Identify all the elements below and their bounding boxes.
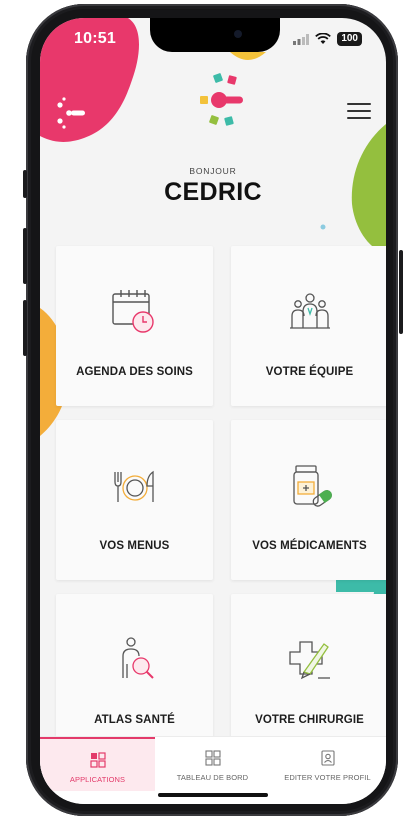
hamburger-menu-icon[interactable] bbox=[344, 98, 374, 126]
bottom-tab-bar: APPLICATIONS TABLEAU DE BORD EDITER VOTR… bbox=[40, 736, 386, 804]
tab-editer-votre-profil[interactable]: EDITER VOTRE PROFIL bbox=[270, 737, 385, 789]
tab-label: TABLEAU DE BORD bbox=[176, 773, 249, 782]
app-menu-icon[interactable] bbox=[52, 93, 92, 133]
apps-icon bbox=[89, 752, 106, 768]
home-indicator[interactable] bbox=[158, 793, 268, 797]
card-label: VOTRE CHIRURGIE bbox=[255, 714, 364, 726]
app-screen: 10:51 100 BONJOUR CEDRIC AGENDA DES SOIN… bbox=[40, 18, 386, 804]
card-label: AGENDA DES SOINS bbox=[76, 366, 193, 378]
app-logo-icon bbox=[200, 73, 243, 126]
card-label: VOS MÉDICAMENTS bbox=[252, 540, 367, 552]
decorative-dot bbox=[320, 224, 326, 230]
greeting: BONJOUR CEDRIC bbox=[40, 166, 386, 207]
tab-tableau-de-bord[interactable]: TABLEAU DE BORD bbox=[155, 737, 270, 789]
card-vos-medicaments[interactable]: VOS MÉDICAMENTS bbox=[231, 420, 386, 580]
medication-icon bbox=[292, 465, 332, 507]
mute-switch bbox=[23, 170, 27, 198]
profile-icon bbox=[320, 750, 335, 766]
tab-label: EDITER VOTRE PROFIL bbox=[284, 773, 371, 782]
card-label: ATLAS SANTÉ bbox=[94, 714, 175, 726]
dashboard-icon bbox=[204, 750, 221, 766]
card-label: VOTRE ÉQUIPE bbox=[265, 366, 354, 378]
tab-label: APPLICATIONS bbox=[69, 775, 126, 784]
card-vos-menus[interactable]: VOS MENUS bbox=[56, 420, 213, 580]
body-search-icon bbox=[121, 637, 154, 679]
card-atlas-sante[interactable]: ATLAS SANTÉ bbox=[56, 594, 213, 754]
volume-down-button bbox=[23, 300, 27, 356]
camera-notch bbox=[150, 18, 280, 52]
signal-icon bbox=[293, 33, 310, 45]
greeting-label: BONJOUR bbox=[189, 166, 237, 176]
tab-applications[interactable]: APPLICATIONS bbox=[40, 737, 155, 791]
battery-indicator: 100 bbox=[337, 32, 362, 46]
card-label: VOS MENUS bbox=[99, 540, 170, 552]
power-button bbox=[399, 250, 403, 334]
status-icons: 100 bbox=[293, 32, 362, 46]
card-agenda-des-soins[interactable]: AGENDA DES SOINS bbox=[56, 246, 213, 406]
wifi-icon bbox=[315, 33, 332, 44]
volume-up-button bbox=[23, 228, 27, 284]
surgery-icon bbox=[288, 641, 330, 680]
status-time: 10:51 bbox=[74, 30, 116, 47]
card-votre-equipe[interactable]: VOTRE ÉQUIPE bbox=[231, 246, 386, 406]
card-votre-chirurgie[interactable]: VOTRE CHIRURGIE bbox=[231, 594, 386, 754]
user-name: CEDRIC bbox=[164, 178, 262, 206]
calendar-clock-icon bbox=[111, 290, 154, 333]
plate-cutlery-icon bbox=[113, 470, 154, 502]
team-icon bbox=[289, 293, 330, 329]
